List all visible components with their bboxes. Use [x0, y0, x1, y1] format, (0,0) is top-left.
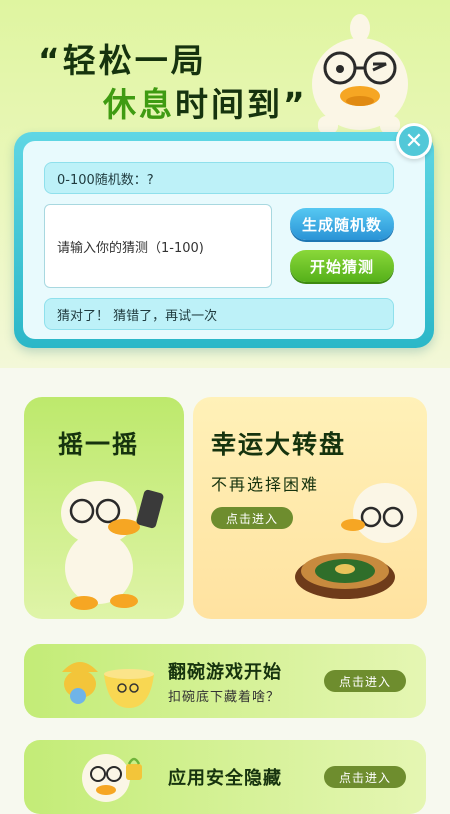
lucky-wheel-enter-button[interactable]: 点击进入 — [211, 507, 293, 529]
hero-title-rest: 时间到” — [175, 85, 308, 124]
hero-title-line1: “轻松一局 — [38, 41, 207, 80]
generate-random-button[interactable]: 生成随机数 — [290, 208, 394, 240]
duck-phone-icon — [61, 481, 164, 610]
lucky-wheel-title: 幸运大转盘 — [211, 430, 347, 459]
app-hide-enter-button[interactable]: 点击进入 — [324, 766, 406, 788]
flip-bowl-row[interactable]: 翻碗游戏开始 扣碗底下藏着啥？ 点击进入 — [24, 644, 426, 718]
bowl-icon — [62, 662, 154, 708]
flip-bowl-title: 翻碗游戏开始 — [168, 662, 282, 683]
lucky-wheel-tile[interactable]: 幸运大转盘 不再选择困难 点击进入 — [193, 397, 427, 619]
close-icon[interactable]: ✕ — [396, 123, 432, 159]
hero-title-highlight: 休息 — [103, 85, 175, 124]
flip-bowl-enter-button[interactable]: 点击进入 — [324, 670, 406, 692]
shake-title: 摇一摇 — [58, 430, 140, 459]
duck-lock-icon — [82, 754, 142, 802]
app-hide-row[interactable]: 应用安全隐藏 点击进入 — [24, 740, 426, 814]
roulette-duck-icon — [295, 483, 417, 599]
start-guess-button[interactable]: 开始猜测 — [290, 250, 394, 282]
flip-bowl-subtitle: 扣碗底下藏着啥？ — [168, 690, 281, 705]
shake-tile[interactable]: 摇一摇 — [24, 397, 184, 619]
guess-input[interactable]: 请输入你的猜测（1-100) — [44, 204, 272, 288]
hero-title-line2: 休息时间到” — [103, 78, 308, 126]
random-number-display: 0-100随机数：? — [44, 162, 394, 194]
guess-result-text: 猜对了！ 猜错了，再试一次 — [44, 298, 394, 330]
app-hide-title: 应用安全隐藏 — [168, 768, 282, 789]
duck-mascot-icon — [312, 14, 408, 134]
